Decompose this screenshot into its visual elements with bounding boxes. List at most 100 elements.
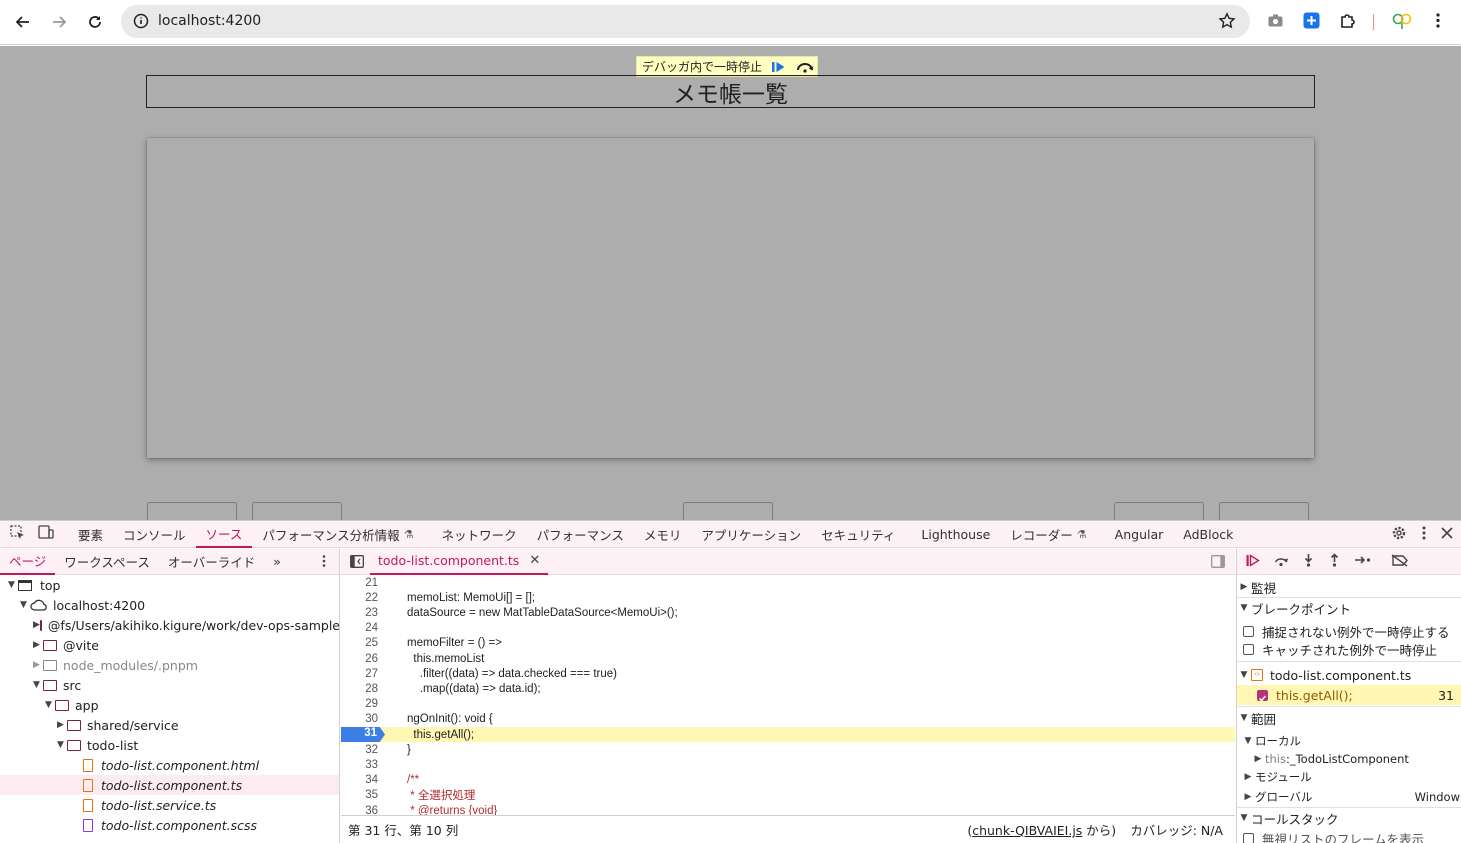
page-button-4[interactable]: [1114, 502, 1204, 520]
show-ignore-listed-checkbox[interactable]: [1243, 833, 1254, 843]
tree-item-vite[interactable]: ▶ @vite: [0, 635, 339, 655]
line-number[interactable]: 30: [341, 713, 378, 725]
scope-local[interactable]: ▼ ローカル: [1237, 731, 1461, 751]
tree-item-app[interactable]: ▼ app: [0, 695, 339, 715]
source-file-link[interactable]: chunk-QIBVAIEI.js: [972, 823, 1082, 838]
toggle-navigator-icon[interactable]: [350, 555, 364, 571]
resume-button[interactable]: [770, 59, 788, 74]
page-button-2[interactable]: [252, 502, 342, 520]
line-number[interactable]: 23: [341, 607, 378, 619]
devtools-more-icon[interactable]: [1421, 525, 1427, 544]
page-button-5[interactable]: [1219, 502, 1309, 520]
scope-module[interactable]: ▶ モジュール: [1237, 767, 1461, 787]
step-out-icon[interactable]: [1328, 553, 1341, 570]
page-button-1[interactable]: [147, 502, 237, 520]
line-number[interactable]: 29: [341, 698, 378, 710]
step-into-icon[interactable]: [1302, 553, 1315, 570]
tab-angular[interactable]: Angular: [1105, 521, 1174, 548]
tree-item-file-html[interactable]: todo-list.component.html: [0, 755, 339, 775]
tree-item-fs[interactable]: ▶ @fs/Users/akihiko.kigure/work/dev-ops-…: [0, 615, 339, 635]
nav-tab-workspace[interactable]: ワークスペース: [55, 549, 159, 575]
code-area[interactable]: 21 22memoList: MemoUi[] = []; 23dataSour…: [341, 575, 1235, 815]
extensions-puzzle-icon[interactable]: [1339, 12, 1357, 33]
line-number[interactable]: 33: [341, 759, 378, 771]
breakpoints-section-header[interactable]: ▼ ブレークポイント: [1237, 598, 1461, 618]
line-number[interactable]: 21: [341, 577, 378, 589]
pause-caught-checkbox[interactable]: [1243, 644, 1254, 655]
line-number[interactable]: 25: [341, 637, 378, 649]
line-number[interactable]: 28: [341, 683, 378, 695]
tab-recorder[interactable]: レコーダー⚗: [1000, 521, 1096, 548]
inspect-element-icon[interactable]: [10, 525, 24, 543]
address-bar[interactable]: localhost:4200: [121, 5, 1250, 38]
line-number[interactable]: 22: [341, 592, 378, 604]
tree-item-top[interactable]: ▼ top: [0, 575, 339, 595]
resume-script-icon[interactable]: [1246, 554, 1261, 570]
callstack-section-header[interactable]: ▼ コールスタック: [1237, 808, 1461, 828]
line-number[interactable]: 26: [341, 653, 378, 665]
scope-section-header[interactable]: ▼ 範囲: [1237, 708, 1461, 728]
tree-item-file-scss[interactable]: todo-list.component.scss: [0, 815, 339, 835]
back-button[interactable]: [10, 9, 36, 35]
pause-uncaught-checkbox[interactable]: [1243, 626, 1254, 637]
step-over-icon[interactable]: [1274, 554, 1289, 570]
browser-menu-icon[interactable]: [1431, 12, 1445, 32]
breakpoint-file-row[interactable]: ▼ ‹› todo-list.component.ts: [1237, 665, 1461, 685]
tree-item-src[interactable]: ▼ src: [0, 675, 339, 695]
tree-item-shared-service[interactable]: ▶ shared/service: [0, 715, 339, 735]
tab-application[interactable]: アプリケーション: [691, 521, 811, 548]
line-number[interactable]: 34: [341, 774, 378, 786]
site-info-icon[interactable]: [133, 13, 149, 32]
tab-memory[interactable]: メモリ: [634, 521, 692, 548]
page-button-3[interactable]: [683, 502, 773, 520]
bookmark-star-icon[interactable]: [1218, 12, 1236, 33]
extension-plus-icon[interactable]: [1303, 12, 1320, 32]
tab-network[interactable]: ネットワーク: [432, 521, 527, 548]
tree-item-node-modules[interactable]: ▶ node_modules/.pnpm: [0, 655, 339, 675]
tab-console[interactable]: コンソール: [113, 521, 196, 548]
breakpoint-checkbox[interactable]: [1257, 690, 1268, 701]
breakpoint-marker[interactable]: 31: [341, 727, 385, 742]
editor-file-tab[interactable]: todo-list.component.ts ✕: [370, 549, 548, 575]
tab-adblock[interactable]: AdBlock: [1173, 521, 1243, 548]
camera-icon[interactable]: [1267, 12, 1284, 32]
device-toolbar-icon[interactable]: [38, 525, 54, 543]
pause-caught-option[interactable]: キャッチされた例外で一時停止: [1237, 639, 1461, 659]
tree-item-localhost[interactable]: ▼ localhost:4200: [0, 595, 339, 615]
tree-item-file-service[interactable]: todo-list.service.ts: [0, 795, 339, 815]
line-number[interactable]: 32: [341, 744, 378, 756]
close-devtools-icon[interactable]: [1441, 527, 1453, 542]
step-over-button[interactable]: [796, 59, 814, 74]
nav-tab-page[interactable]: ページ: [0, 549, 55, 575]
tab-sources[interactable]: ソース: [196, 521, 253, 548]
pause-uncaught-option[interactable]: 捕捉されない例外で一時停止する: [1237, 621, 1461, 641]
tab-performance[interactable]: パフォーマンス: [527, 521, 634, 548]
tree-item-todo-list[interactable]: ▼ todo-list: [0, 735, 339, 755]
watch-section-header[interactable]: ▶ 監視: [1237, 577, 1461, 597]
tree-item-file-ts[interactable]: todo-list.component.ts: [0, 775, 339, 795]
deactivate-breakpoints-icon[interactable]: [1391, 554, 1409, 570]
show-ignore-listed-option[interactable]: 無視リストのフレームを表示: [1237, 828, 1461, 843]
tab-elements[interactable]: 要素: [68, 521, 113, 548]
line-number[interactable]: 27: [341, 668, 378, 680]
toggle-debugger-icon[interactable]: [1211, 555, 1225, 571]
url-text[interactable]: localhost:4200: [158, 13, 261, 29]
line-number[interactable]: 35: [341, 789, 378, 801]
close-tab-icon[interactable]: ✕: [529, 553, 540, 568]
tab-performance-insights[interactable]: パフォーマンス分析情報⚗: [252, 521, 423, 548]
step-icon[interactable]: [1354, 554, 1372, 569]
navigator-more-icon[interactable]: [321, 554, 327, 571]
line-number[interactable]: 24: [341, 622, 378, 634]
scope-this[interactable]: ▶ this: _TodoListComponent: [1237, 749, 1461, 769]
tab-security[interactable]: セキュリティ: [811, 521, 905, 548]
scope-global[interactable]: ▶ グローバル Window: [1237, 787, 1461, 807]
reload-button[interactable]: [82, 9, 108, 35]
line-number[interactable]: 36: [341, 805, 378, 815]
tab-lighthouse[interactable]: Lighthouse: [911, 521, 1000, 548]
breakpoint-item[interactable]: this.getAll(); 31: [1237, 685, 1461, 705]
settings-gear-icon[interactable]: [1391, 525, 1407, 544]
more-tabs-icon[interactable]: »: [264, 549, 290, 575]
profile-avatar[interactable]: [1392, 12, 1412, 33]
forward-button[interactable]: [46, 9, 72, 35]
nav-tab-overrides[interactable]: オーバーライド: [159, 549, 264, 575]
